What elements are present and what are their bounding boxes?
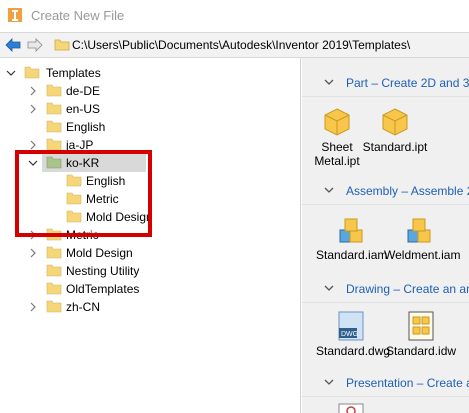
file-item-standard-ipt[interactable]: Standard.ipt	[360, 106, 430, 170]
tree-item-english[interactable]: English	[0, 118, 200, 136]
assembly-icon	[407, 218, 431, 243]
section-divider	[302, 302, 469, 303]
folder-up-icon[interactable]	[54, 37, 70, 51]
section-label: Drawing – Create an anno	[346, 282, 469, 296]
tree-item-label: Templates	[46, 66, 101, 80]
folder-tree: Templates de-DE en-US English ja-JP ko-K…	[0, 58, 301, 413]
section-divider	[302, 96, 469, 97]
assembly-icon	[339, 218, 363, 243]
file-label: Standard.dwg	[316, 344, 391, 358]
file-item-standard-idw[interactable]: Standard.idw	[386, 310, 456, 374]
chevron-down-icon[interactable]	[6, 68, 16, 78]
tree-item-oldtemplates[interactable]: OldTemplates	[0, 280, 200, 298]
tree-item-label: zh-CN	[66, 300, 101, 314]
folder-icon	[46, 282, 62, 295]
back-arrow-icon[interactable]	[4, 37, 22, 53]
tree-item-nesting-utility[interactable]: Nesting Utility	[0, 262, 200, 280]
tree-item-label: Nesting Utility	[66, 264, 140, 278]
folder-icon	[46, 246, 62, 259]
red-highlight-annotation	[15, 150, 152, 237]
section-divider	[302, 204, 469, 205]
tree-item-label: OldTemplates	[66, 282, 140, 296]
file-label: Weldment.iam	[384, 248, 461, 262]
part-cube-icon	[324, 108, 350, 136]
tree-item-label: English	[66, 120, 106, 134]
tree-item-en-us[interactable]: en-US	[0, 100, 200, 118]
dwg-drawing-icon: DWG	[338, 311, 364, 341]
window-title: Create New File	[31, 8, 125, 23]
address-path[interactable]: C:\Users\Public\Documents\Autodesk\Inven…	[72, 38, 410, 52]
folder-icon	[46, 120, 62, 133]
chevron-right-icon[interactable]	[28, 248, 38, 258]
svg-text:DWG: DWG	[341, 331, 358, 338]
folder-icon	[24, 66, 40, 79]
section-label: Part – Create 2D and 3D o	[346, 76, 469, 90]
template-list: Part – Create 2D and 3D o SheetMetal.ipt…	[302, 58, 469, 413]
chevron-right-icon[interactable]	[28, 302, 38, 312]
tree-item-de-de[interactable]: de-DE	[0, 82, 200, 100]
chevron-right-icon[interactable]	[28, 86, 38, 96]
chevron-down-icon[interactable]	[324, 77, 334, 87]
section-header-drawing[interactable]: Drawing – Create an anno	[302, 274, 469, 302]
file-item-standard-iam[interactable]: Standard.iam	[316, 214, 388, 278]
chevron-down-icon[interactable]	[324, 377, 334, 387]
chevron-down-icon[interactable]	[324, 283, 334, 293]
folder-icon	[46, 264, 62, 277]
folder-icon	[46, 300, 62, 313]
part-cube-icon	[382, 108, 408, 136]
tree-item-label: Mold Design	[66, 246, 133, 260]
folder-icon	[46, 102, 62, 115]
file-item-standard-dwg[interactable]: DWG Standard.dwg	[316, 310, 391, 374]
chevron-right-icon[interactable]	[28, 104, 38, 114]
title-bar: Create New File	[0, 0, 469, 32]
address-bar: C:\Users\Public\Documents\Autodesk\Inven…	[0, 32, 469, 58]
presentation-icon	[338, 403, 364, 413]
tree-item-zh-cn[interactable]: zh-CN	[0, 298, 200, 316]
idw-drawing-icon	[408, 311, 434, 341]
section-header-assembly[interactable]: Assembly – Assemble 2D a	[302, 176, 469, 204]
tree-item-templates[interactable]: Templates	[0, 64, 200, 82]
tree-item-label: de-DE	[66, 84, 101, 98]
file-item-weldment-iam[interactable]: Weldment.iam	[384, 214, 461, 278]
file-label: Standard.idw	[386, 344, 457, 358]
inventor-app-icon	[8, 8, 22, 22]
file-label: Standard.ipt	[362, 140, 428, 154]
file-label: Standard.iam	[316, 248, 388, 262]
folder-icon	[46, 84, 62, 97]
chevron-right-icon[interactable]	[28, 140, 38, 150]
section-divider	[302, 396, 469, 397]
chevron-down-icon[interactable]	[324, 185, 334, 195]
tree-item-label: en-US	[66, 102, 101, 116]
section-header-presentation[interactable]: Presentation – Create an	[302, 368, 469, 396]
section-label: Presentation – Create an	[346, 376, 469, 390]
section-header-part[interactable]: Part – Create 2D and 3D o	[302, 68, 469, 96]
section-label: Assembly – Assemble 2D a	[346, 184, 469, 198]
forward-arrow-icon[interactable]	[26, 37, 44, 53]
tree-item-mold-design[interactable]: Mold Design	[0, 244, 200, 262]
